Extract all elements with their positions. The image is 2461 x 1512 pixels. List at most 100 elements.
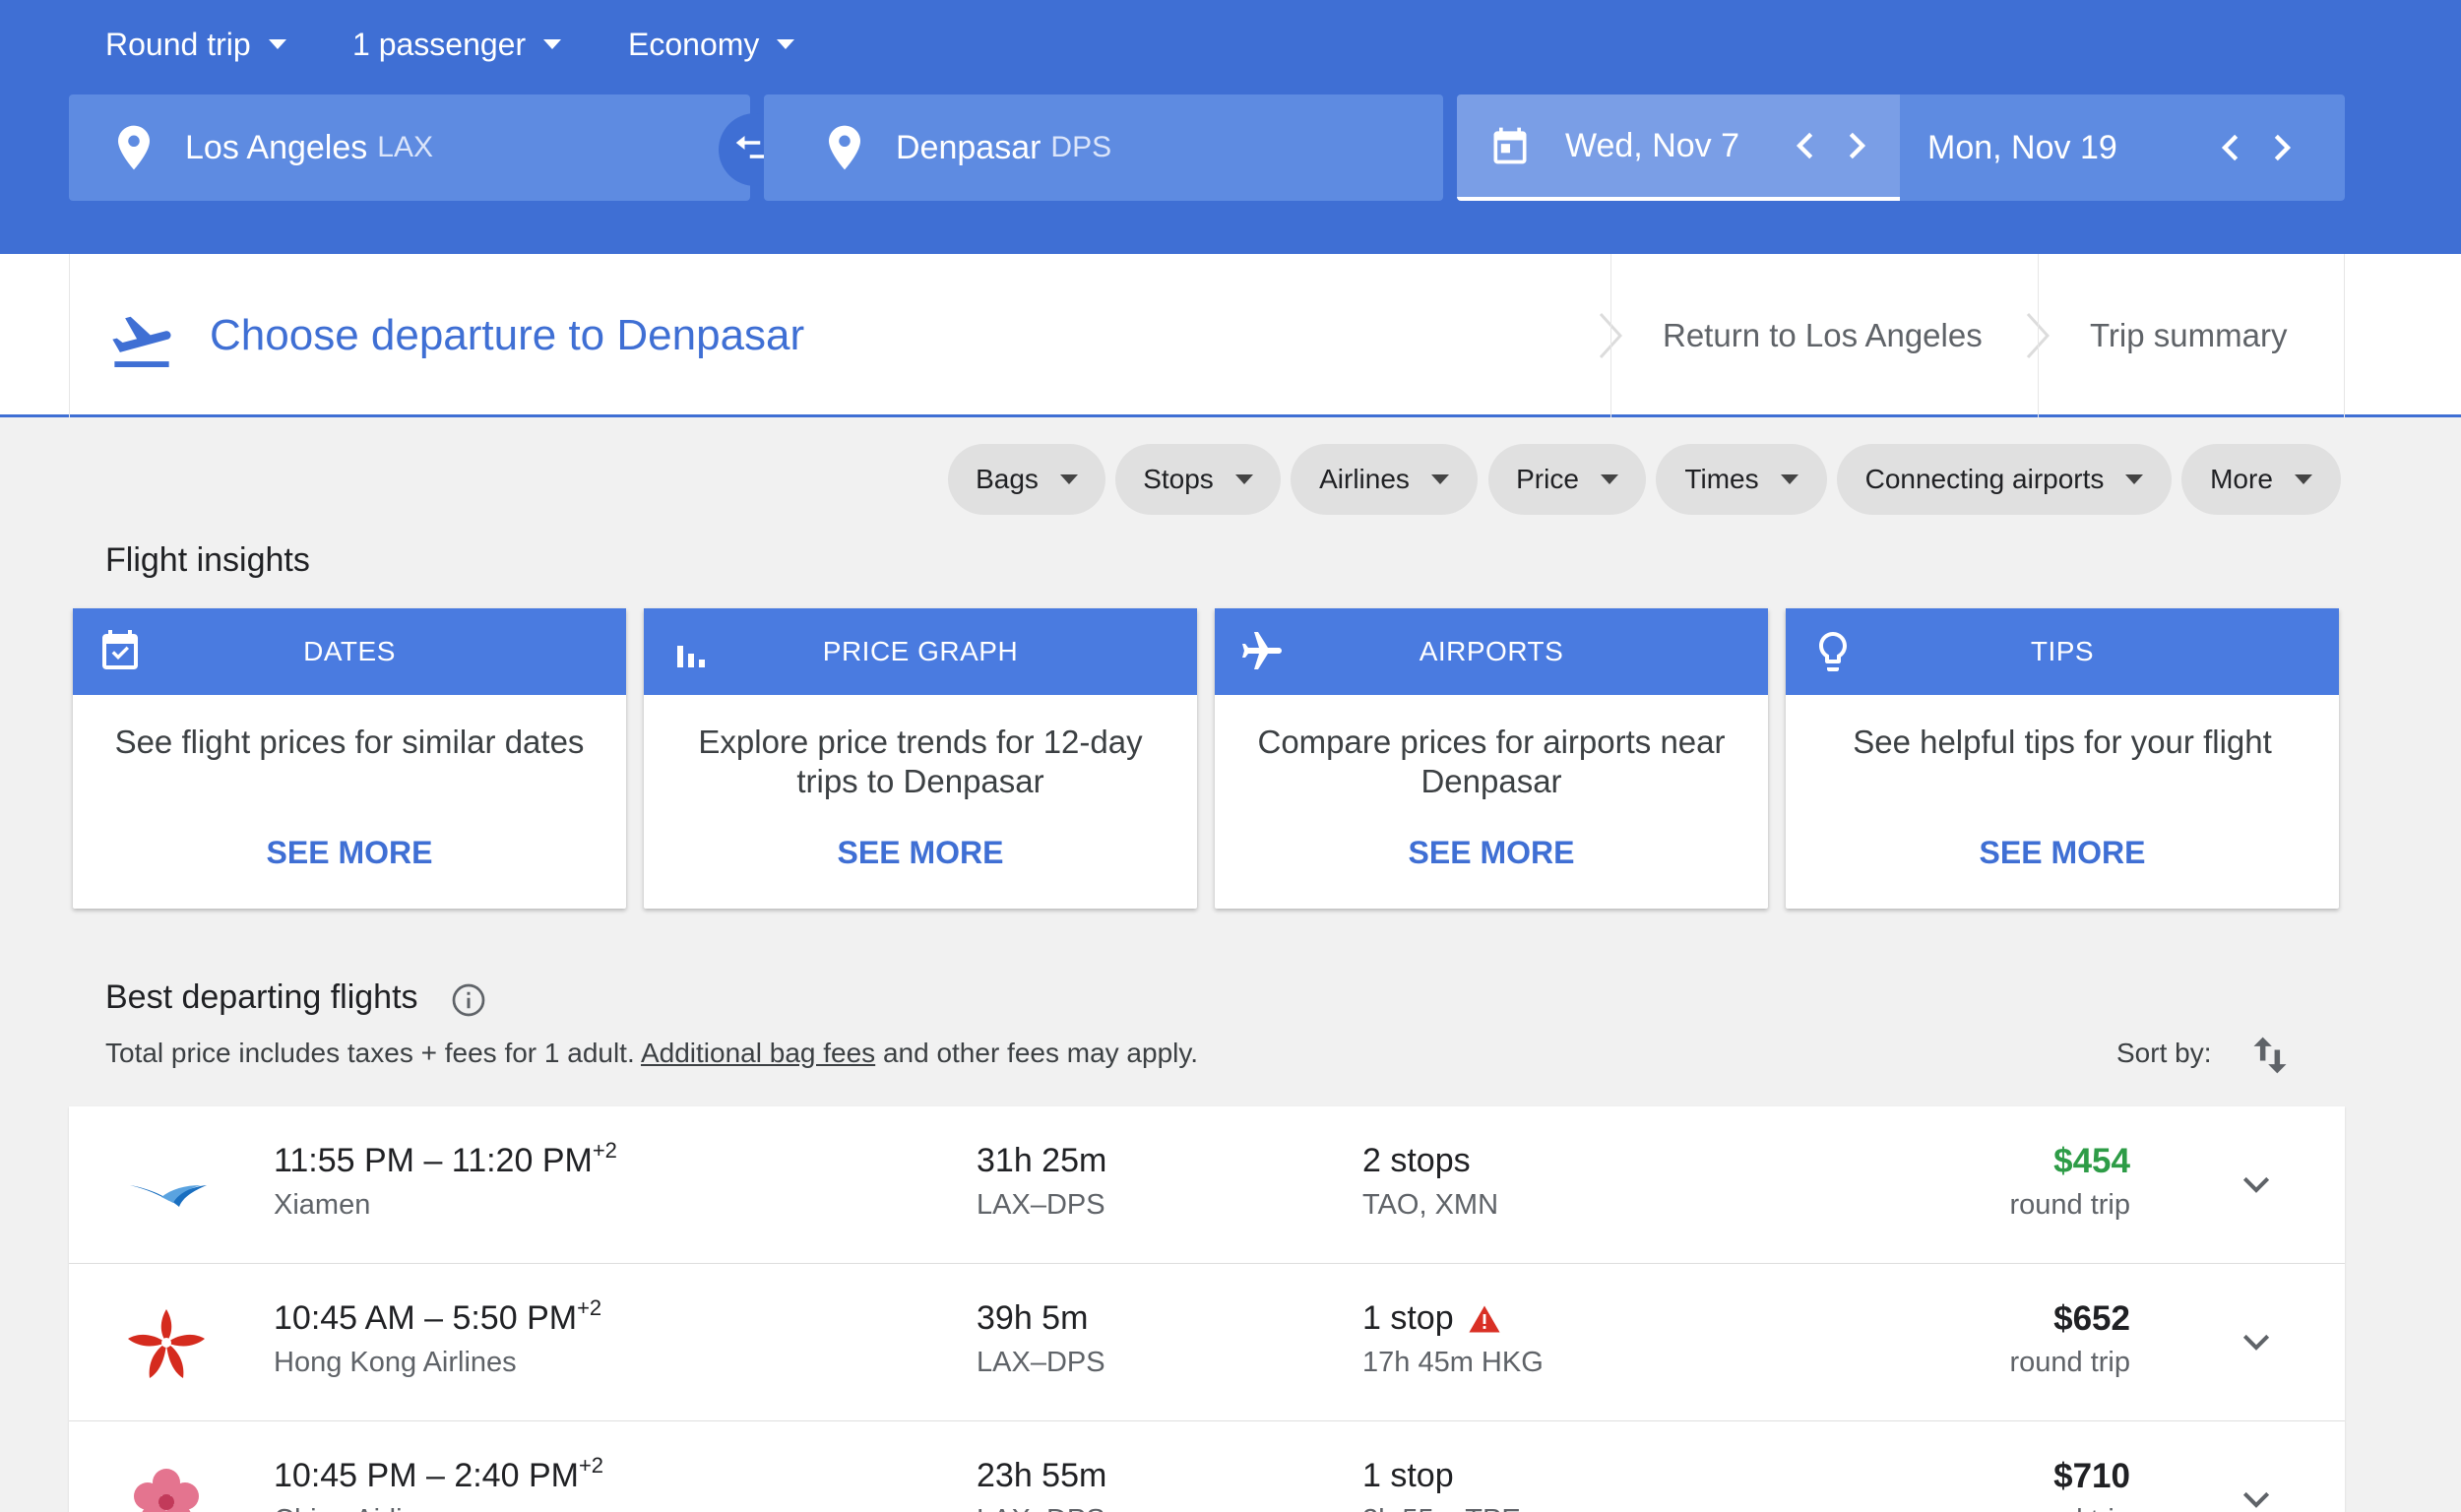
departure-date-text: Wed, Nov 7: [1565, 126, 1740, 164]
flight-route: LAX–DPS: [977, 1347, 1105, 1378]
filter-label: Connecting airports: [1864, 464, 2105, 494]
insight-card-dates[interactable]: DATES See flight prices for similar date…: [73, 608, 626, 909]
flight-duration: 23h 55m: [977, 1457, 1107, 1494]
filter-connecting-airports[interactable]: Connecting airports: [1837, 444, 2172, 515]
filter-bags[interactable]: Bags: [948, 444, 1105, 515]
origin-city: Los Angeles: [185, 128, 368, 166]
origin-field[interactable]: Los Angeles LAX: [69, 94, 750, 201]
day-offset: +2: [592, 1138, 617, 1163]
origin-code: LAX: [377, 131, 433, 163]
departure-date-field[interactable]: Wed, Nov 7: [1457, 94, 1900, 201]
passengers-dropdown[interactable]: 1 passenger: [352, 22, 562, 67]
calendar-icon: [1493, 127, 1527, 164]
chevron-down-icon[interactable]: [2237, 1166, 2276, 1205]
insight-card-airports[interactable]: AIRPORTS Compare prices for airports nea…: [1215, 608, 1768, 909]
location-pin-icon: [829, 125, 860, 170]
caret-down-icon: [777, 39, 795, 49]
insight-card-title: AIRPORTS: [1419, 636, 1564, 666]
filter-airlines[interactable]: Airlines: [1291, 444, 1478, 515]
destination-city: Denpasar: [896, 128, 1041, 166]
flight-row[interactable]: 10:45 AM – 5:50 PM+2 Hong Kong Airlines …: [69, 1264, 2345, 1421]
insight-card-tips[interactable]: TIPS See helpful tips for your flight SE…: [1786, 608, 2339, 909]
cabin-class-label: Economy: [628, 26, 760, 62]
insight-card-header: PRICE GRAPH: [644, 608, 1197, 695]
layover-airports: 2h 55m TPE: [1362, 1504, 1521, 1512]
flight-price: $710: [2053, 1457, 2130, 1495]
passengers-label: 1 passenger: [352, 26, 527, 62]
day-offset: +2: [577, 1295, 602, 1320]
price-note-text: and other fees may apply.: [882, 1038, 1199, 1068]
previous-date-button[interactable]: [2213, 131, 2246, 164]
see-more-link[interactable]: SEE MORE: [1215, 835, 1768, 871]
flight-duration: 31h 25m: [977, 1142, 1107, 1179]
insight-card-title: TIPS: [2030, 636, 2095, 666]
chevron-left-icon: [1796, 132, 1813, 159]
bag-fees-link[interactable]: Additional bag fees: [641, 1038, 875, 1068]
see-more-link[interactable]: SEE MORE: [644, 835, 1197, 871]
caret-down-icon: [1234, 474, 1253, 484]
caret-down-icon: [2294, 474, 2312, 484]
price-note-text: Total price includes taxes + fees for 1 …: [105, 1038, 635, 1068]
flight-stops: 2 stops: [1362, 1142, 1471, 1180]
destination-field[interactable]: Denpasar DPS: [764, 94, 1443, 201]
hong-kong-airlines-logo-icon: [128, 1309, 205, 1378]
stops-count: 1 stop: [1362, 1457, 1454, 1494]
filter-label: Times: [1684, 464, 1759, 494]
lightbulb-icon: [1819, 632, 1847, 671]
current-step-title: Choose departure to Denpasar: [210, 311, 805, 359]
see-more-link[interactable]: SEE MORE: [1786, 835, 2339, 871]
airplane-icon: [1242, 632, 1282, 669]
price-type: round trip: [2009, 1189, 2130, 1221]
filter-times[interactable]: Times: [1656, 444, 1827, 515]
trip-type-dropdown[interactable]: Round trip: [105, 22, 286, 67]
step-trip-summary[interactable]: Trip summary: [2038, 254, 2345, 417]
sort-icon[interactable]: [2250, 1034, 2290, 1077]
filter-stops[interactable]: Stops: [1115, 444, 1281, 515]
flight-price: $652: [2053, 1299, 2130, 1338]
layover-airports: 17h 45m HKG: [1362, 1347, 1544, 1378]
insight-card-header: DATES: [73, 608, 626, 695]
filter-price[interactable]: Price: [1488, 444, 1646, 515]
flight-route: LAX–DPS: [977, 1189, 1105, 1221]
previous-date-button[interactable]: [1788, 129, 1821, 162]
step-return[interactable]: Return to Los Angeles: [1610, 254, 2038, 417]
flight-row[interactable]: 10:45 PM – 2:40 PM+2 China Airlines 23h …: [69, 1421, 2345, 1512]
flight-time-range: 11:55 PM – 11:20 PM: [274, 1142, 593, 1179]
insight-card-description: See helpful tips for your flight: [1853, 724, 2272, 760]
takeoff-icon: [112, 316, 171, 367]
step-summary-label: Trip summary: [2090, 317, 2288, 353]
filter-label: Price: [1516, 464, 1579, 494]
flight-stops: 1 stop: [1362, 1457, 1454, 1495]
next-date-button[interactable]: [2266, 131, 2300, 164]
next-date-button[interactable]: [1841, 129, 1874, 162]
caret-down-icon: [1059, 474, 1078, 484]
return-date-field[interactable]: Mon, Nov 19: [1900, 94, 2345, 201]
flight-times: 10:45 AM – 5:50 PM+2: [274, 1295, 601, 1338]
step-return-label: Return to Los Angeles: [1663, 317, 1983, 353]
price-note: Total price includes taxes + fees for 1 …: [105, 1038, 1198, 1069]
flight-row[interactable]: 11:55 PM – 11:20 PM+2 Xiamen 31h 25m LAX…: [69, 1106, 2345, 1264]
chevron-down-icon[interactable]: [2237, 1480, 2276, 1512]
info-icon[interactable]: [451, 982, 486, 1018]
caret-down-icon: [268, 39, 286, 49]
chevron-down-icon[interactable]: [2237, 1323, 2276, 1362]
filter-more[interactable]: More: [2181, 444, 2341, 515]
china-airlines-logo-icon: [134, 1469, 199, 1512]
warning-icon[interactable]: [1468, 1304, 1501, 1334]
stops-count: 1 stop: [1362, 1299, 1454, 1337]
flight-times: 10:45 PM – 2:40 PM+2: [274, 1453, 603, 1495]
flight-route: LAX–DPS: [977, 1504, 1105, 1512]
insight-card-description: Compare prices for airports near Denpasa…: [1257, 724, 1726, 799]
calendar-check-icon: [102, 630, 138, 669]
cabin-class-dropdown[interactable]: Economy: [628, 22, 795, 67]
destination-code: DPS: [1050, 131, 1112, 163]
airline-name: Xiamen: [274, 1189, 371, 1221]
best-flights-heading: Best departing flights: [105, 978, 418, 1016]
flight-price: $454: [2053, 1142, 2130, 1180]
flight-time-range: 10:45 PM – 2:40 PM: [274, 1457, 579, 1494]
caret-down-icon: [1430, 474, 1449, 484]
insight-card-description: See flight prices for similar dates: [114, 724, 585, 760]
see-more-link[interactable]: SEE MORE: [73, 835, 626, 871]
insight-card-price-graph[interactable]: PRICE GRAPH Explore price trends for 12-…: [644, 608, 1197, 909]
caret-down-icon: [543, 39, 562, 49]
